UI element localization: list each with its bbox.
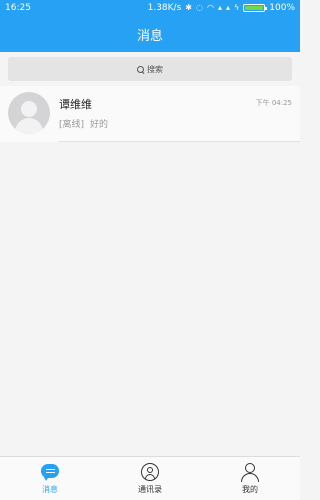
search-bar: 搜索 — [0, 52, 300, 86]
charging-icon: ϟ — [233, 3, 240, 12]
tab-label: 我的 — [242, 485, 258, 494]
tab-contacts[interactable]: 通讯录 — [100, 457, 200, 500]
message-preview: [离线] 好的 — [59, 117, 108, 130]
tab-label: 消息 — [42, 485, 58, 494]
page-title: 消息 — [136, 28, 163, 44]
online-status: [离线] — [59, 120, 85, 130]
tab-label: 通讯录 — [138, 485, 162, 494]
search-input[interactable]: 搜索 — [8, 57, 292, 81]
tab-messages[interactable]: 消息 — [0, 457, 100, 500]
battery-percent: 100% — [269, 3, 295, 13]
tab-me[interactable]: 我的 — [200, 457, 300, 500]
contacts-icon — [140, 462, 160, 482]
avatar — [8, 92, 50, 134]
conversation-list: 谭维维 下午 04:25 [离线] 好的 — [0, 86, 300, 456]
search-placeholder: 搜索 — [147, 64, 163, 74]
divider — [59, 141, 300, 142]
person-icon — [240, 462, 260, 482]
battery-icon — [243, 4, 268, 12]
signal-icon: ▴ — [225, 3, 230, 12]
conversation-item[interactable]: 谭维维 下午 04:25 [离线] 好的 — [0, 86, 300, 142]
bluetooth-icon: ✱ — [185, 3, 192, 12]
last-message: 好的 — [90, 120, 109, 130]
bottom-nav: 消息 通讯录 我的 — [0, 456, 300, 500]
silent-icon: ◌ — [195, 3, 203, 12]
status-bar: 16:25 1.38K/s ✱ ◌ ◠ ▴ ▴ ϟ 100% — [0, 0, 300, 16]
network-speed: 1.38K/s — [147, 3, 182, 13]
chat-icon — [40, 462, 60, 482]
battery-level — [245, 6, 264, 10]
status-time: 16:25 — [5, 3, 31, 13]
signal-icon: ▴ — [217, 3, 222, 12]
app-header: 消息 — [0, 16, 300, 52]
message-time: 下午 04:25 — [255, 99, 292, 107]
contact-name: 谭维维 — [59, 98, 92, 111]
wifi-icon: ◠ — [206, 3, 214, 12]
status-indicators: 1.38K/s ✱ ◌ ◠ ▴ ▴ ϟ 100% — [148, 3, 295, 13]
search-icon — [137, 65, 144, 73]
